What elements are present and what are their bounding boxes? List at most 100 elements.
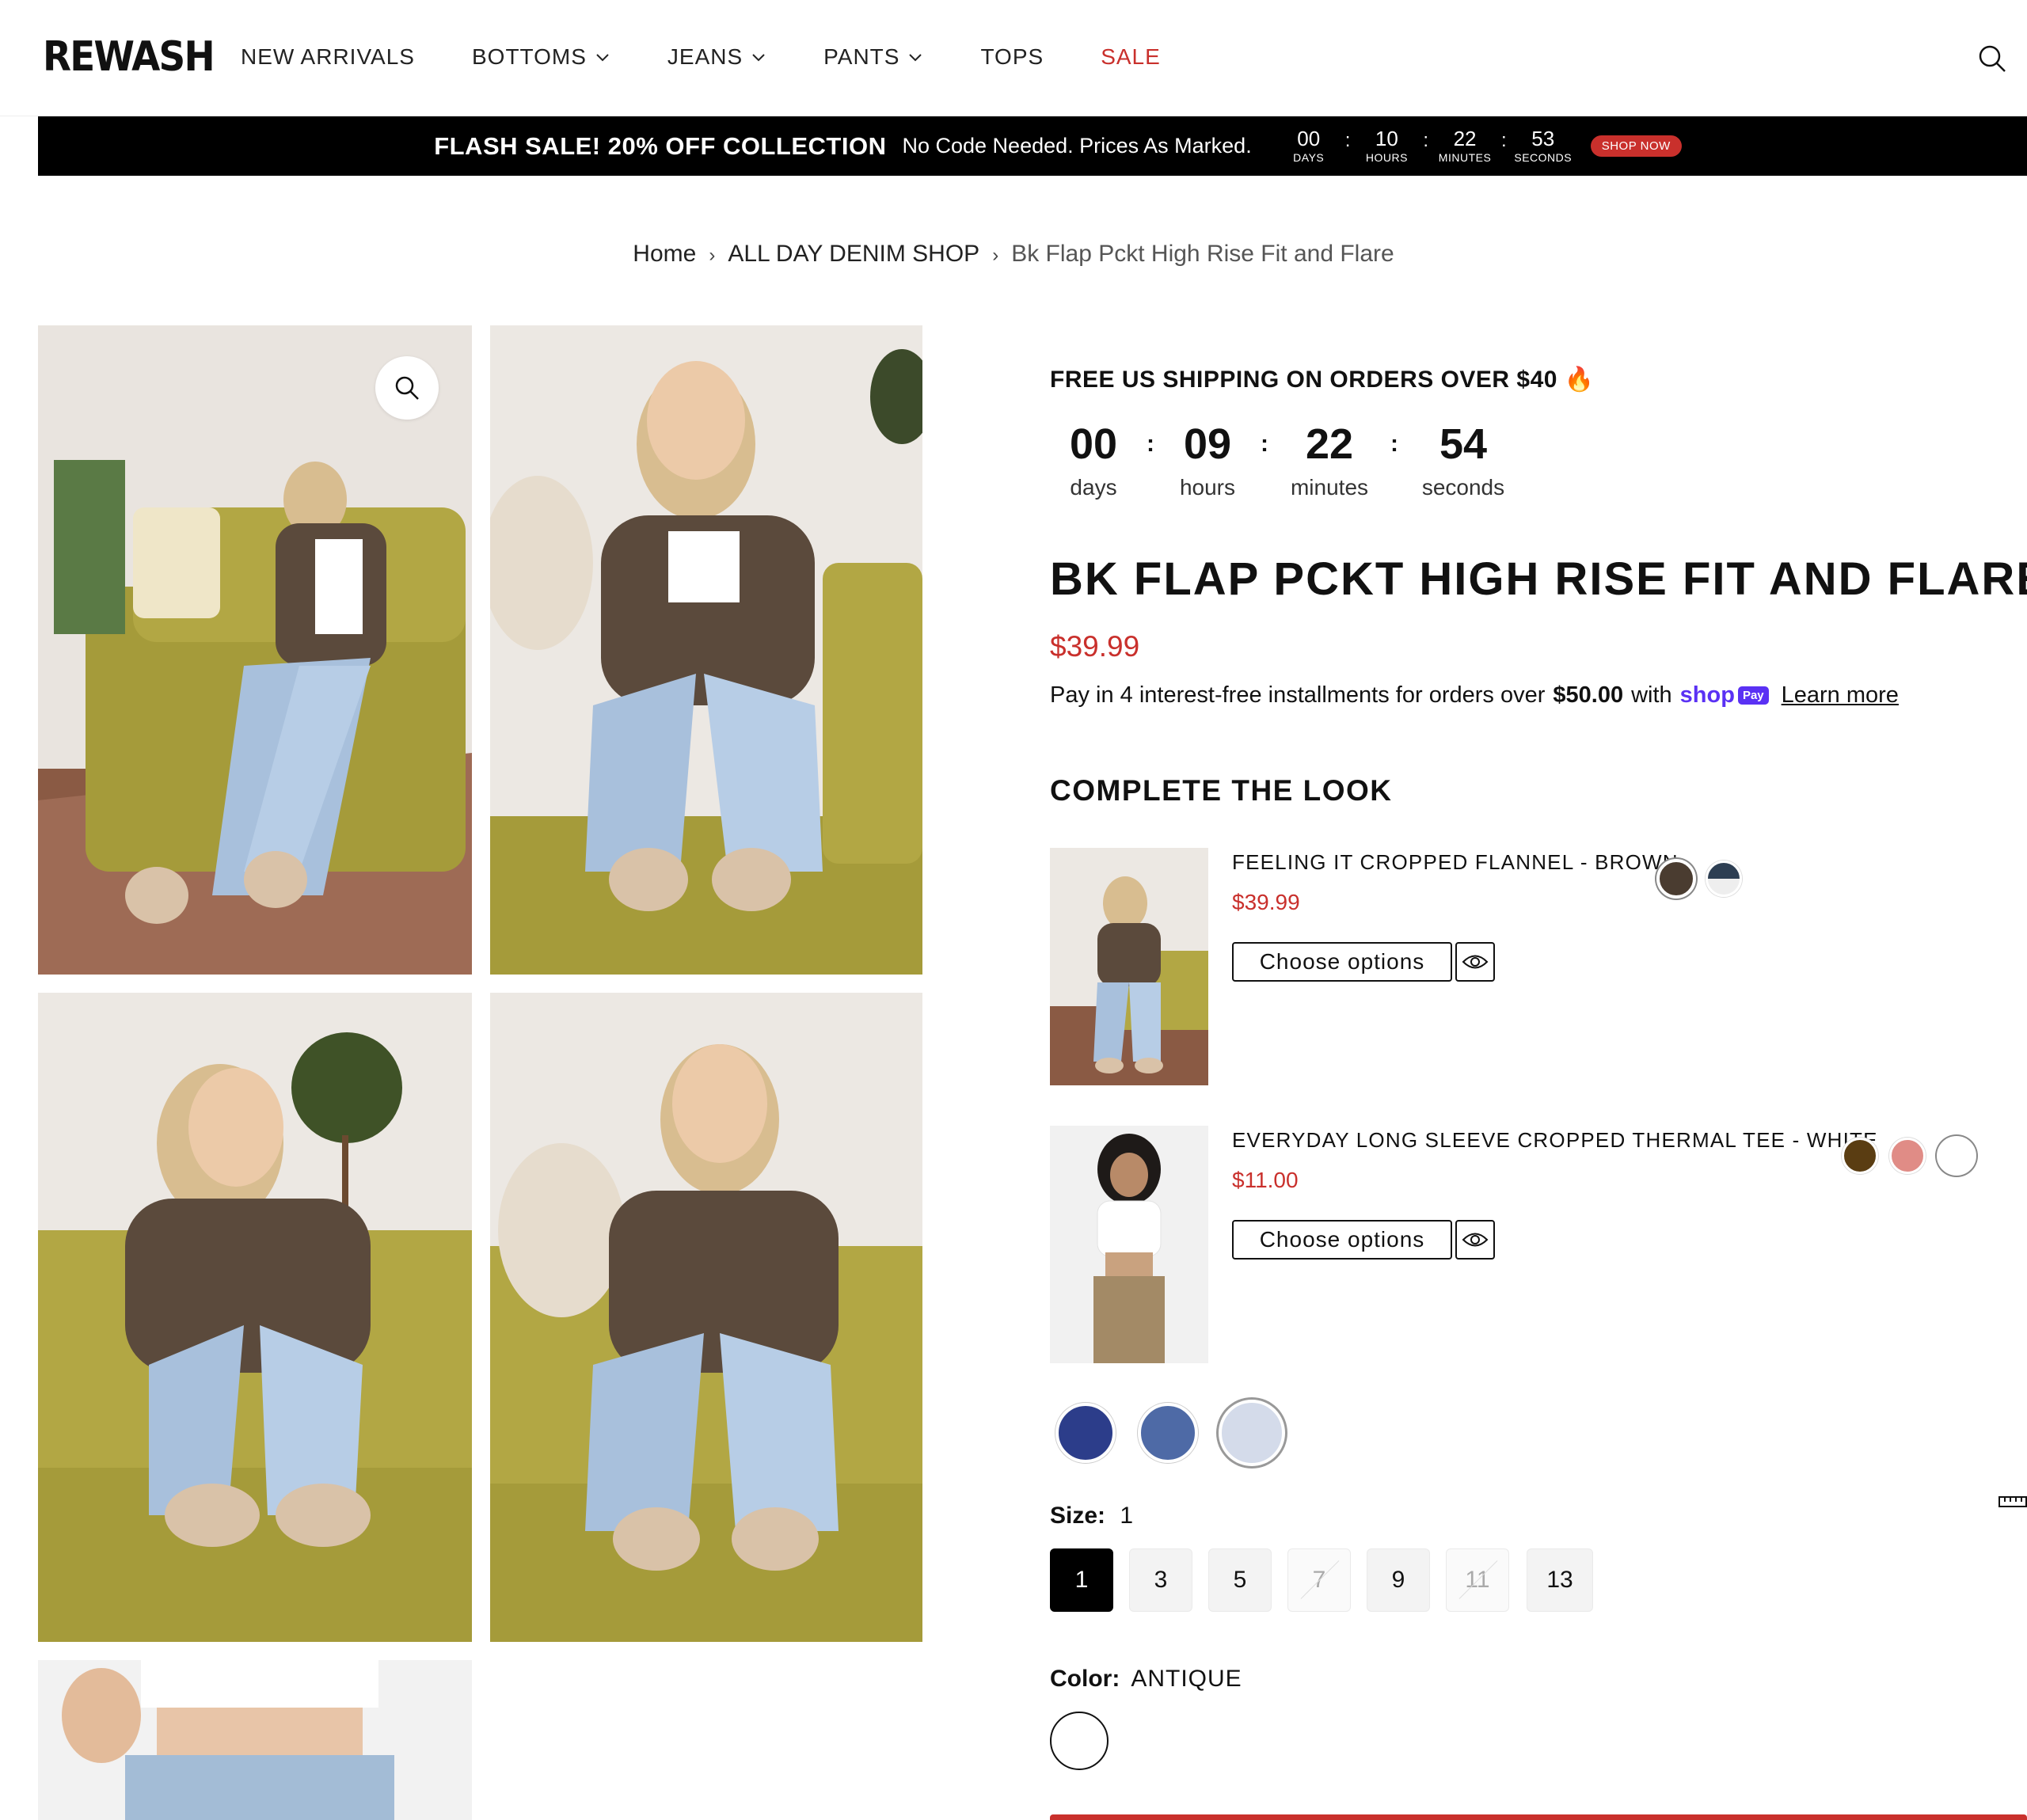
nav-pants[interactable]: PANTS	[823, 44, 923, 70]
nav-label: TOPS	[980, 44, 1044, 69]
chevron-down-icon	[752, 54, 765, 62]
countdown-label: seconds	[1421, 475, 1505, 500]
complete-the-look-title: COMPLETE THE LOOK	[1050, 774, 1393, 807]
quick-view-button-2[interactable]	[1455, 1220, 1495, 1260]
breadcrumb-home[interactable]: Home	[633, 241, 696, 267]
recommendation-name-2[interactable]: EVERYDAY LONG SLEEVE CROPPED THERMAL TEE…	[1232, 1128, 1878, 1153]
product-image-2[interactable]	[490, 325, 922, 975]
choose-options-button-2[interactable]: Choose options	[1232, 1220, 1452, 1260]
countdown-value: 09	[1183, 420, 1232, 468]
countdown-label: hours	[1179, 475, 1236, 500]
countdown-separator: :	[1344, 129, 1351, 151]
color-swatch-brown[interactable]	[1656, 859, 1696, 899]
shop-now-button[interactable]: SHOP NOW	[1590, 135, 1682, 157]
countdown-value: 53	[1531, 127, 1555, 150]
add-to-cart-bar[interactable]	[1050, 1814, 2027, 1820]
breadcrumb: Home › ALL DAY DENIM SHOP › Bk Flap Pckt Hig…	[0, 241, 2027, 268]
countdown-label: days	[1070, 475, 1117, 500]
product-image-3[interactable]	[38, 993, 472, 1642]
countdown-value: 54	[1439, 420, 1488, 468]
countdown-seconds: 54 seconds	[1408, 416, 1519, 500]
nav-label: BOTTOMS	[471, 44, 587, 69]
countdown-value: 22	[1453, 127, 1477, 150]
color-selected-value: ANTIQUE	[1131, 1666, 1242, 1692]
countdown-label: minutes	[1290, 475, 1369, 500]
size-option-3[interactable]: 3	[1129, 1548, 1192, 1612]
flash-sale-subtitle: No Code Needed. Prices As Marked.	[902, 134, 1252, 158]
size-option-5[interactable]: 5	[1208, 1548, 1272, 1612]
fire-icon: 🔥	[1564, 367, 1595, 393]
countdown-value: 22	[1305, 420, 1354, 468]
recommendation-image-1[interactable]	[1050, 848, 1208, 1085]
product-countdown: 00 days : 09 hours : 22 minutes : 54 seconds	[1050, 416, 1519, 500]
nav-sale[interactable]: SALE	[1101, 44, 1161, 70]
color-label: Color: ANTIQUE	[1050, 1666, 1242, 1693]
recommendation-image-2[interactable]	[1050, 1126, 1208, 1363]
ruler-icon[interactable]	[1998, 1495, 2027, 1509]
size-option-13[interactable]: 13	[1527, 1548, 1593, 1612]
flash-sale-title: FLASH SALE! 20% OFF COLLECTION	[434, 131, 887, 160]
eye-icon	[1462, 1233, 1489, 1247]
wash-swatch-light[interactable]	[1219, 1400, 1285, 1466]
nav-tops[interactable]: TOPS	[980, 44, 1044, 70]
countdown-separator: :	[1390, 431, 1398, 457]
product-image-4[interactable]	[490, 993, 922, 1642]
product-image-5[interactable]	[38, 1660, 472, 1820]
installments-amount: $50.00	[1553, 682, 1624, 708]
chevron-down-icon	[596, 54, 609, 62]
learn-more-link[interactable]: Learn more	[1782, 682, 1899, 709]
installments-info: Pay in 4 interest-free installments for …	[1050, 682, 1899, 709]
size-option-7[interactable]: 7	[1287, 1548, 1351, 1612]
shop-pay-brand: shop	[1679, 682, 1735, 708]
countdown-hours: 09 hours	[1164, 416, 1251, 500]
quick-view-button-1[interactable]	[1455, 942, 1495, 982]
color-swatch-antique[interactable]	[1050, 1712, 1109, 1770]
size-selected-value: 1	[1120, 1503, 1134, 1529]
flash-countdown-days: 00 DAYS	[1285, 128, 1333, 164]
nav-new-arrivals[interactable]: NEW ARRIVALS	[241, 44, 415, 70]
site-logo[interactable]: REWASH	[43, 33, 215, 81]
breadcrumb-separator: ›	[992, 245, 999, 266]
color-swatch-navy[interactable]	[1706, 861, 1742, 897]
nav-label: JEANS	[667, 44, 743, 69]
installments-with: with	[1631, 682, 1672, 708]
nav-bottoms[interactable]: BOTTOMS	[472, 44, 610, 70]
color-swatch-brown[interactable]	[1842, 1138, 1878, 1174]
flash-countdown-minutes: 22 MINUTES	[1438, 127, 1492, 164]
countdown-minutes: 22 minutes	[1278, 416, 1381, 500]
color-swatch-pink[interactable]	[1889, 1138, 1926, 1174]
choose-options-button-1[interactable]: Choose options	[1232, 942, 1452, 982]
zoom-button[interactable]	[375, 356, 439, 420]
product-title: BK FLAP PCKT HIGH RISE FIT AND FLARE	[1050, 553, 2027, 605]
nav-jeans[interactable]: JEANS	[667, 44, 766, 70]
color-swatch-white[interactable]	[1937, 1136, 1976, 1176]
site-header: REWASH NEW ARRIVALS BOTTOMS JEANS PANTS …	[0, 0, 2027, 116]
breadcrumb-collection[interactable]: ALL DAY DENIM SHOP	[728, 241, 979, 267]
size-option-11[interactable]: 11	[1446, 1548, 1509, 1612]
wash-swatch-medium[interactable]	[1138, 1403, 1198, 1463]
product-price: $39.99	[1050, 630, 1140, 663]
countdown-separator: :	[1423, 129, 1429, 151]
breadcrumb-current: Bk Flap Pckt High Rise Fit and Flare	[1011, 241, 1394, 267]
product-image-1[interactable]	[38, 325, 472, 975]
flash-sale-bar: FLASH SALE! 20% OFF COLLECTION No Code N…	[38, 116, 2027, 176]
countdown-value: 10	[1375, 127, 1398, 150]
installments-text: Pay in 4 interest-free installments for …	[1050, 682, 1546, 708]
size-label-text: Size:	[1050, 1503, 1106, 1529]
recommendation-name-1[interactable]: FEELING IT CROPPED FLANNEL - BROWN	[1232, 850, 1679, 875]
recommendation-price-1: $39.99	[1232, 890, 1300, 914]
countdown-days: 00 days	[1050, 416, 1137, 500]
countdown-label: SECONDS	[1514, 151, 1573, 164]
search-icon[interactable]	[1976, 43, 2008, 74]
countdown-label: MINUTES	[1438, 151, 1492, 164]
shipping-text: FREE US SHIPPING ON ORDERS OVER $40	[1050, 367, 1557, 393]
size-option-1[interactable]: 1	[1050, 1548, 1113, 1612]
flash-countdown-seconds: 53 SECONDS	[1514, 127, 1571, 164]
size-label: Size: 1	[1050, 1503, 1133, 1529]
nav-label: PANTS	[823, 44, 900, 69]
size-option-9[interactable]: 9	[1367, 1548, 1430, 1612]
countdown-separator: :	[1147, 431, 1154, 457]
shop-pay-logo: shop Pay	[1680, 682, 1769, 709]
shipping-notice: FREE US SHIPPING ON ORDERS OVER $40 🔥	[1050, 366, 1595, 393]
wash-swatch-dark[interactable]	[1055, 1403, 1116, 1463]
